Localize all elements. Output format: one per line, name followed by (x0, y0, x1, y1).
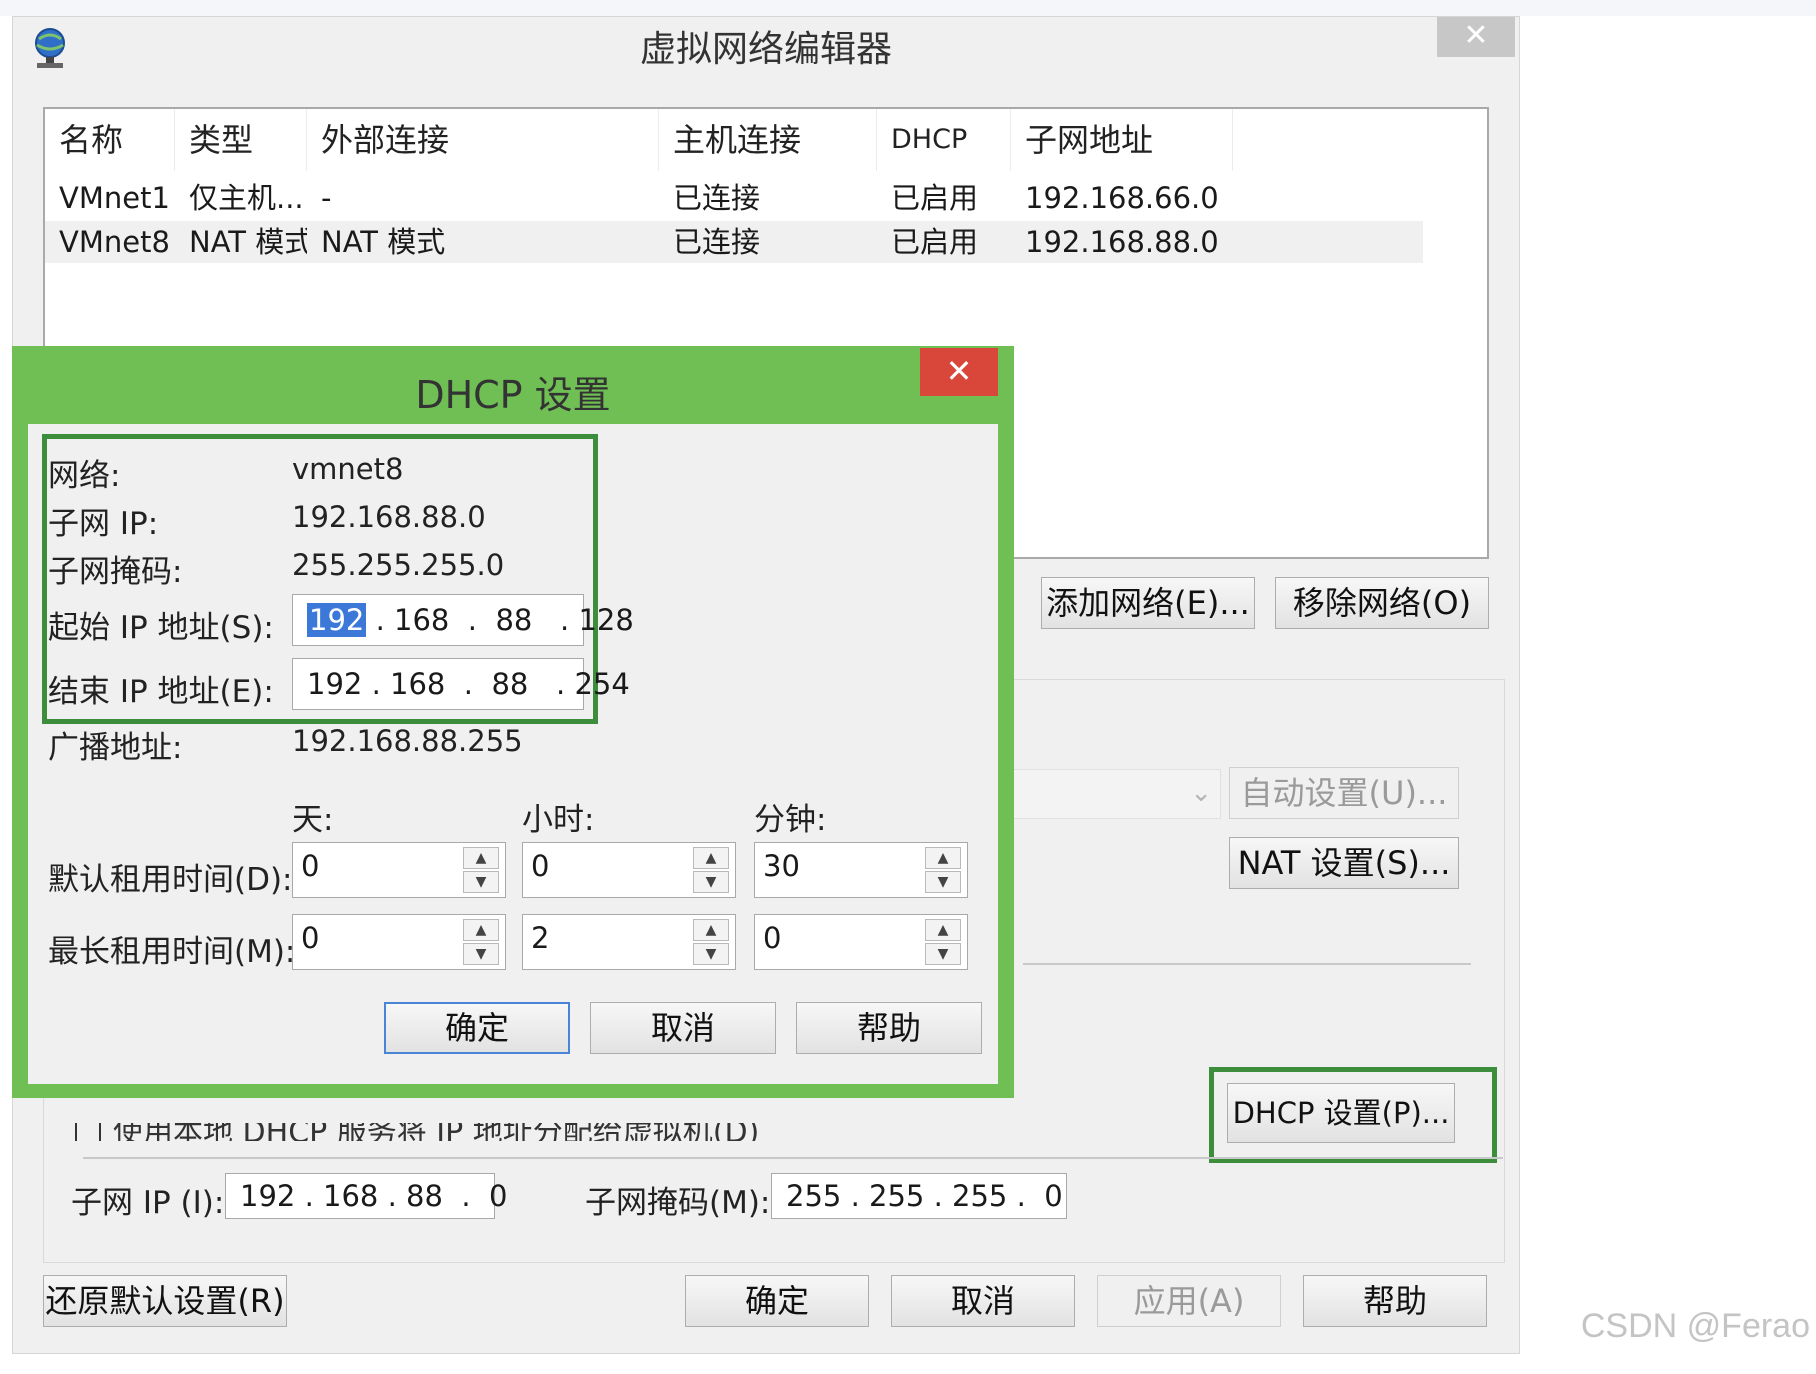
spin-up-icon[interactable]: ▲ (693, 919, 729, 941)
table-header: 名称 类型 外部连接 主机连接 DHCP 子网地址 (45, 109, 1487, 171)
dhcp-help-button[interactable]: 帮助 (796, 1002, 982, 1054)
default-lease-minutes-spinner[interactable]: 30 ▲ ▼ (754, 842, 968, 898)
subnet-mask-input[interactable]: 255 . 255 . 255 . 0 (771, 1173, 1067, 1219)
bridge-target-dropdown[interactable]: ⌄ (1013, 769, 1221, 819)
divider (1023, 963, 1471, 965)
spin-up-icon[interactable]: ▲ (925, 847, 961, 869)
close-icon[interactable]: ✕ (1437, 17, 1515, 57)
watermark: CSDN @Ferao (1580, 1307, 1810, 1345)
hours-label: 小时: (522, 802, 595, 838)
spin-up-icon[interactable]: ▲ (463, 919, 499, 941)
column-header-external[interactable]: 外部连接 (307, 109, 659, 171)
end-ip-input[interactable]: 192 . 168 . 88 . 254 (292, 658, 630, 710)
minutes-label: 分钟: (754, 802, 827, 838)
dhcp-button-highlight (1209, 1067, 1497, 1163)
network-value: vmnet8 (292, 452, 404, 486)
table-row-selected[interactable]: VMnet8 NAT 模式 NAT 模式 已连接 已启用 192.168.88.… (45, 221, 1423, 263)
cancel-button[interactable]: 取消 (891, 1275, 1075, 1327)
subnet-ip-label: 子网 IP: (48, 506, 159, 542)
dhcp-ok-button[interactable]: 确定 (384, 1002, 570, 1054)
close-icon[interactable]: ✕ (920, 348, 998, 396)
subnet-mask-label: 子网掩码: (48, 554, 183, 590)
broadcast-value: 192.168.88.255 (292, 724, 523, 758)
spinner-value: 0 (301, 921, 320, 955)
spinner-value: 30 (763, 849, 800, 883)
column-header-type[interactable]: 类型 (175, 109, 307, 171)
cell-name: VMnet1 (59, 181, 170, 215)
start-ip-rest: . 168 . 88 . 128 (366, 603, 634, 637)
start-ip-label: 起始 IP 地址(S): (48, 610, 274, 646)
dialog-title: DHCP 设置 (415, 373, 611, 417)
nat-settings-button[interactable]: NAT 设置(S)... (1229, 837, 1459, 889)
cell-host: 已连接 (673, 181, 761, 215)
column-header-name[interactable]: 名称 (45, 109, 175, 171)
ok-button[interactable]: 确定 (685, 1275, 869, 1327)
start-ip-first-octet: 192 (307, 603, 367, 637)
default-lease-label: 默认租用时间(D): (48, 862, 293, 898)
column-header-subnet[interactable]: 子网地址 (1011, 109, 1233, 171)
cell-subnet: 192.168.88.0 (1025, 225, 1219, 259)
spinner-value: 0 (763, 921, 782, 955)
spin-down-icon[interactable]: ▼ (463, 871, 499, 893)
default-lease-hours-spinner[interactable]: 0 ▲ ▼ (522, 842, 736, 898)
spin-up-icon[interactable]: ▲ (925, 919, 961, 941)
help-button[interactable]: 帮助 (1303, 1275, 1487, 1327)
start-ip-input[interactable]: 192 . 168 . 88 . 128 (292, 594, 634, 646)
add-network-button[interactable]: 添加网络(E)... (1041, 577, 1255, 629)
table-row[interactable]: VMnet1 仅主机... - 已连接 已启用 192.168.66.0 (45, 177, 1423, 219)
days-label: 天: (292, 802, 334, 838)
dhcp-settings-dialog: DHCP 设置 ✕ 网络: vmnet8 子网 IP: 192.168.88.0… (12, 346, 1014, 1098)
end-ip-label: 结束 IP 地址(E): (48, 674, 274, 710)
subnet-ip-input[interactable]: 192 . 168 . 88 . 0 (225, 1173, 507, 1219)
spin-down-icon[interactable]: ▼ (693, 943, 729, 965)
column-header-host[interactable]: 主机连接 (659, 109, 877, 171)
spin-down-icon[interactable]: ▼ (925, 871, 961, 893)
dialog-body: 网络: vmnet8 子网 IP: 192.168.88.0 子网掩码: 255… (28, 424, 998, 1084)
subnet-ip-value: 192.168.88.0 (292, 500, 486, 534)
divider (83, 1157, 1503, 1159)
cell-external: - (321, 181, 332, 215)
subnet-mask-value: 255.255.255.0 (292, 548, 505, 582)
chevron-down-icon: ⌄ (1190, 778, 1212, 808)
spinner-value: 2 (531, 921, 550, 955)
max-lease-hours-spinner[interactable]: 2 ▲ ▼ (522, 914, 736, 970)
spinner-value: 0 (531, 849, 550, 883)
broadcast-label: 广播地址: (48, 730, 183, 766)
dhcp-cancel-button[interactable]: 取消 (590, 1002, 776, 1054)
default-lease-days-spinner[interactable]: 0 ▲ ▼ (292, 842, 506, 898)
max-lease-days-spinner[interactable]: 0 ▲ ▼ (292, 914, 506, 970)
cell-dhcp: 已启用 (891, 181, 979, 215)
cell-name: VMnet8 (59, 225, 170, 259)
remove-network-button[interactable]: 移除网络(O) (1275, 577, 1489, 629)
cell-subnet: 192.168.66.0 (1025, 181, 1219, 215)
cell-dhcp: 已启用 (891, 225, 979, 259)
main-titlebar: 虚拟网络编辑器 ✕ (13, 17, 1519, 83)
spin-up-icon[interactable]: ▲ (693, 847, 729, 869)
subnet-ip-label: 子网 IP (I): (71, 1185, 225, 1221)
spinner-value: 0 (301, 849, 320, 883)
apply-button[interactable]: 应用(A) (1097, 1275, 1281, 1327)
background-strip (0, 0, 1816, 16)
window-title: 虚拟网络编辑器 (639, 29, 892, 70)
spin-down-icon[interactable]: ▼ (463, 943, 499, 965)
cell-type: NAT 模式 (189, 225, 307, 259)
cell-type: 仅主机... (189, 181, 304, 215)
auto-settings-button[interactable]: 自动设置(U)... (1229, 767, 1459, 819)
max-lease-label: 最长租用时间(M): (48, 934, 296, 970)
column-header-dhcp[interactable]: DHCP (877, 109, 1011, 171)
spin-down-icon[interactable]: ▼ (925, 943, 961, 965)
subnet-mask-label: 子网掩码(M): (585, 1185, 771, 1221)
cell-host: 已连接 (673, 225, 761, 259)
network-label: 网络: (48, 458, 121, 494)
spin-down-icon[interactable]: ▼ (693, 871, 729, 893)
cell-external: NAT 模式 (321, 225, 446, 259)
spin-up-icon[interactable]: ▲ (463, 847, 499, 869)
max-lease-minutes-spinner[interactable]: 0 ▲ ▼ (754, 914, 968, 970)
restore-defaults-button[interactable]: 还原默认设置(R) (43, 1275, 287, 1327)
